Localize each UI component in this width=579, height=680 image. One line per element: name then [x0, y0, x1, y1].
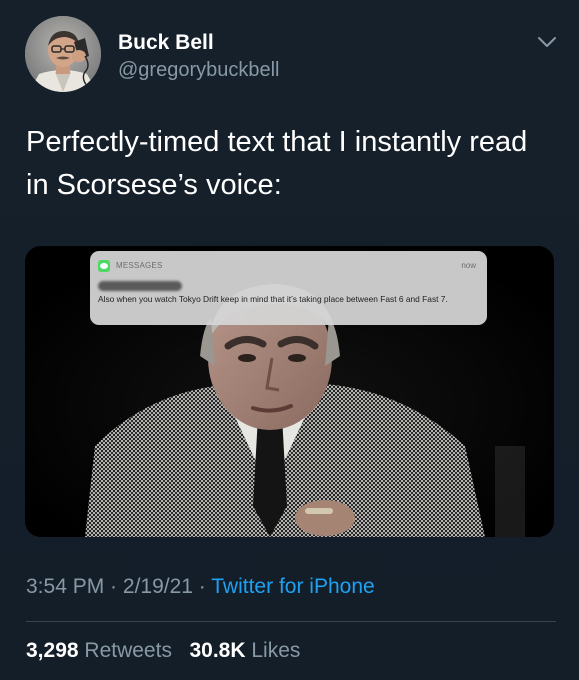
retweets-stat[interactable]: 3,298 Retweets — [26, 639, 172, 662]
meta-separator: · — [104, 575, 123, 598]
avatar-photo — [25, 16, 101, 92]
author-handle[interactable]: @gregorybuckbell — [118, 59, 280, 82]
tweet-stats: 3,298 Retweets 30.8K Likes — [26, 639, 300, 663]
meta-separator: · — [192, 575, 212, 598]
more-options-button[interactable] — [535, 32, 559, 52]
avatar[interactable] — [25, 16, 101, 92]
author-display-name[interactable]: Buck Bell — [118, 31, 214, 55]
notification-app-name: MESSAGES — [116, 261, 163, 270]
retweets-label: Retweets — [84, 639, 172, 662]
message-notification: MESSAGES now Also when you watch Tokyo D… — [90, 251, 487, 325]
chevron-down-icon — [538, 37, 556, 47]
likes-label: Likes — [251, 639, 301, 662]
tweet-metadata: 3:54 PM · 2/19/21 · Twitter for iPhone — [26, 575, 375, 599]
notification-body: Also when you watch Tokyo Drift keep in … — [98, 294, 448, 304]
likes-stat[interactable]: 30.8K Likes — [189, 639, 300, 662]
tweet-time[interactable]: 3:54 PM — [26, 575, 104, 598]
messages-app-icon — [98, 260, 110, 272]
retweets-count: 3,298 — [26, 639, 79, 662]
tweet-source-link[interactable]: Twitter for iPhone — [211, 575, 374, 598]
divider — [26, 621, 556, 622]
tweet-date[interactable]: 2/19/21 — [123, 575, 193, 598]
notification-time: now — [461, 261, 476, 270]
likes-count: 30.8K — [189, 639, 246, 662]
tweet-text: Perfectly-timed text that I instantly re… — [26, 126, 528, 201]
notification-sender-redacted — [98, 281, 182, 291]
